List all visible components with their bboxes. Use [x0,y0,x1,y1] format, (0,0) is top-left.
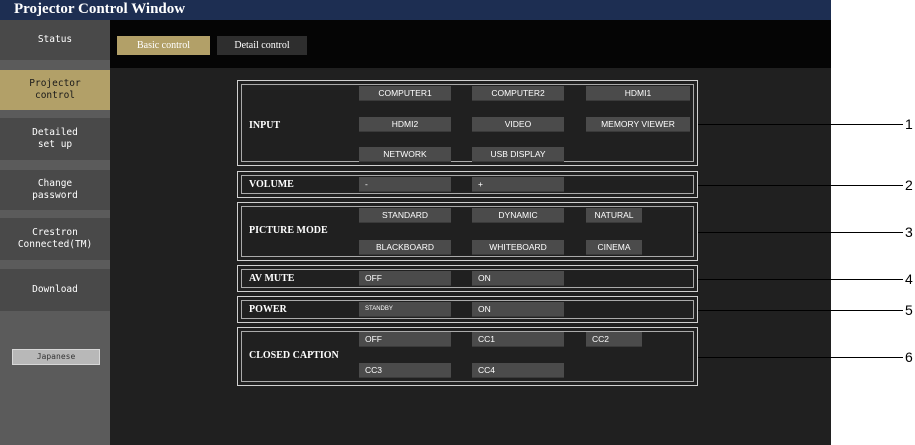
callout-number-4: 4 [905,271,913,287]
projector-control-window: Projector Control Window Status Projecto… [0,0,831,445]
av-mute-off-button[interactable]: OFF [359,271,451,286]
callout-number-1: 1 [905,116,913,132]
picture-mode-label: PICTURE MODE [249,225,328,236]
picture-mode-standard-button[interactable]: STANDARD [359,208,451,223]
callout-number-6: 6 [905,349,913,365]
title-bar: Projector Control Window [0,0,831,20]
tab-basic-control[interactable]: Basic control [117,36,210,55]
closed-caption-off-button[interactable]: OFF [359,332,451,347]
av-mute-on-button[interactable]: ON [472,271,564,286]
sidebar-item-crestron-connected[interactable]: Crestron Connected(TM) [0,218,110,260]
input-hdmi2-button[interactable]: HDMI2 [359,117,451,132]
picture-mode-whiteboard-button[interactable]: WHITEBOARD [472,240,564,255]
input-computer2-button[interactable]: COMPUTER2 [472,86,564,101]
input-computer1-button[interactable]: COMPUTER1 [359,86,451,101]
volume-label: VOLUME [249,179,294,190]
input-usb-display-button[interactable]: USB DISPLAY [472,147,564,162]
volume-down-button[interactable]: - [359,177,451,192]
picture-mode-natural-button[interactable]: NATURAL [586,208,642,223]
callout-line-3 [698,232,903,233]
volume-panel: VOLUME [237,171,698,198]
window-title: Projector Control Window [14,1,186,17]
sidebar-item-change-password[interactable]: Change password [0,170,110,210]
power-label: POWER [249,304,287,315]
closed-caption-cc4-button[interactable]: CC4 [472,363,564,378]
callout-line-4 [698,279,903,280]
closed-caption-cc2-button[interactable]: CC2 [586,332,642,347]
input-label: INPUT [249,120,281,131]
input-network-button[interactable]: NETWORK [359,147,451,162]
closed-caption-label: CLOSED CAPTION [249,350,339,361]
input-hdmi1-button[interactable]: HDMI1 [586,86,690,101]
power-on-button[interactable]: ON [472,302,564,317]
sidebar-item-download[interactable]: Download [0,269,110,311]
input-memory-viewer-button[interactable]: MEMORY VIEWER [586,117,690,132]
japanese-language-button[interactable]: Japanese [12,349,100,365]
closed-caption-cc1-button[interactable]: CC1 [472,332,564,347]
callout-number-3: 3 [905,224,913,240]
picture-mode-blackboard-button[interactable]: BLACKBOARD [359,240,451,255]
callout-number-2: 2 [905,177,913,193]
sidebar: Status Projector control Detailed set up… [0,20,110,445]
input-video-button[interactable]: VIDEO [472,117,564,132]
av-mute-panel: AV MUTE [237,265,698,292]
callout-line-6 [698,357,903,358]
power-standby-button[interactable]: STANDBY [359,302,451,317]
callout-number-5: 5 [905,302,913,318]
sidebar-item-projector-control[interactable]: Projector control [0,70,110,110]
closed-caption-cc3-button[interactable]: CC3 [359,363,451,378]
sidebar-item-status[interactable]: Status [0,20,110,60]
volume-up-button[interactable]: + [472,177,564,192]
av-mute-label: AV MUTE [249,273,295,284]
power-panel: POWER [237,296,698,323]
picture-mode-dynamic-button[interactable]: DYNAMIC [472,208,564,223]
callout-line-1 [698,124,903,125]
callout-line-5 [698,310,903,311]
tab-detail-control[interactable]: Detail control [217,36,307,55]
callout-line-2 [698,185,903,186]
sidebar-item-detailed-set-up[interactable]: Detailed set up [0,118,110,160]
picture-mode-cinema-button[interactable]: CINEMA [586,240,642,255]
